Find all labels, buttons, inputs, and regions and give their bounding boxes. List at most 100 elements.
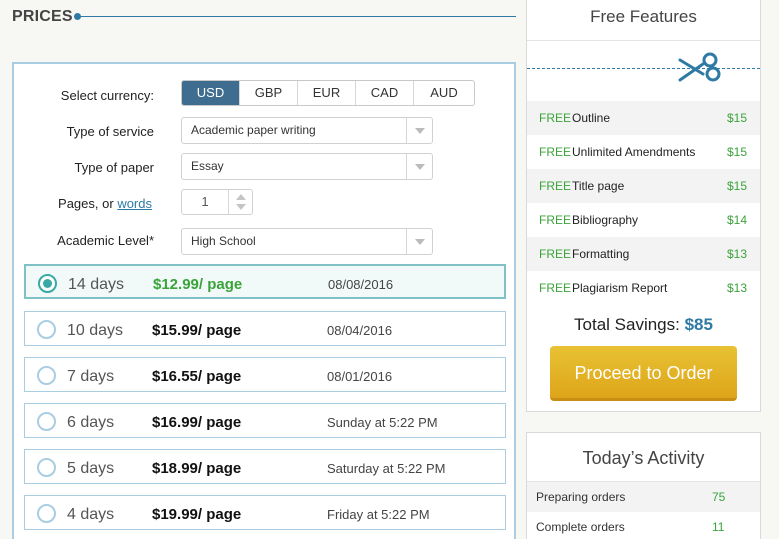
activity-row-preparing: Preparing orders 75 — [527, 482, 760, 512]
paper-select[interactable]: Essay — [181, 153, 433, 180]
words-link[interactable]: words — [117, 196, 152, 211]
feature-row-formatting: FREE Formatting $13 — [527, 237, 760, 271]
feature-price: $14 — [726, 213, 747, 227]
divider — [527, 40, 760, 41]
coupon-cut-line — [527, 68, 760, 69]
feature-name: Outline — [572, 111, 611, 125]
feature-free-tag: FREE — [539, 247, 572, 261]
deadline-date: 08/04/2016 — [327, 323, 393, 338]
paper-select-value: Essay — [191, 159, 224, 173]
feature-price: $13 — [726, 281, 747, 295]
scissors-icon — [678, 52, 721, 82]
service-label: Type of service — [66, 124, 154, 139]
feature-free-tag: FREE — [539, 145, 572, 159]
feature-free-tag: FREE — [539, 179, 572, 193]
increment-icon[interactable] — [236, 194, 246, 200]
prices-heading: PRICES — [12, 8, 73, 25]
level-select[interactable]: High School — [181, 228, 433, 255]
currency-usd[interactable]: USD — [182, 81, 240, 105]
deadline-option-5-days[interactable]: 5 days $18.99/ page Saturday at 5:22 PM — [24, 449, 506, 484]
chevron-down-icon — [406, 229, 432, 254]
radio-icon[interactable] — [37, 504, 56, 523]
feature-price: $15 — [726, 111, 747, 125]
radio-icon[interactable] — [37, 412, 56, 431]
activity-count: 11 — [712, 520, 725, 534]
feature-row-amendments: FREE Unlimited Amendments $15 — [527, 135, 760, 169]
activity-name: Complete orders — [536, 520, 625, 534]
paper-label: Type of paper — [74, 160, 155, 175]
level-select-value: High School — [191, 234, 256, 248]
feature-row-plagiarism-report: FREE Plagiarism Report $13 — [527, 271, 760, 305]
activity-row-complete: Complete orders 11 — [527, 512, 760, 539]
chevron-down-icon — [406, 154, 432, 179]
currency-cad[interactable]: CAD — [356, 81, 414, 105]
feature-row-outline: FREE Outline $15 — [527, 101, 760, 135]
deadline-price: $12.99/ page — [153, 276, 243, 293]
radio-icon[interactable] — [37, 458, 56, 477]
deadline-option-6-days[interactable]: 6 days $16.99/ page Sunday at 5:22 PM — [24, 403, 506, 438]
feature-free-tag: FREE — [539, 281, 572, 295]
feature-row-title-page: FREE Title page $15 — [527, 169, 760, 203]
level-label: Academic Level* — [57, 233, 154, 248]
free-features-title: Free Features — [590, 7, 697, 26]
decrement-icon[interactable] — [236, 204, 246, 210]
heading-rule — [79, 16, 516, 17]
deadline-option-4-days[interactable]: 4 days $19.99/ page Friday at 5:22 PM — [24, 495, 506, 530]
radio-icon[interactable] — [37, 320, 56, 339]
feature-free-tag: FREE — [539, 213, 572, 227]
feature-price: $13 — [726, 247, 747, 261]
pages-value[interactable]: 1 — [182, 190, 228, 214]
feature-price: $15 — [726, 145, 747, 159]
feature-price: $15 — [726, 179, 747, 193]
radio-selected-icon[interactable] — [38, 274, 57, 293]
deadline-price: $16.99/ page — [152, 414, 242, 431]
deadline-date: 08/08/2016 — [328, 277, 394, 292]
currency-selector: USD GBP EUR CAD AUD — [181, 80, 475, 106]
deadline-days: 7 days — [67, 368, 115, 385]
deadline-date: Saturday at 5:22 PM — [327, 461, 446, 476]
feature-name: Plagiarism Report — [572, 281, 668, 295]
total-savings-value: $85 — [684, 315, 713, 334]
pages-spinner[interactable] — [228, 190, 252, 214]
feature-name: Unlimited Amendments — [572, 145, 696, 159]
feature-row-bibliography: FREE Bibliography $14 — [527, 203, 760, 237]
total-savings: Total Savings: $85 — [527, 315, 760, 335]
deadline-days: 5 days — [67, 460, 115, 477]
feature-name: Bibliography — [572, 213, 639, 227]
deadline-option-7-days[interactable]: 7 days $16.55/ page 08/01/2016 — [24, 357, 506, 392]
deadline-price: $16.55/ page — [152, 368, 242, 385]
deadline-days: 4 days — [67, 506, 115, 523]
total-savings-label: Total Savings: — [574, 315, 680, 334]
deadline-days: 14 days — [68, 276, 125, 293]
deadline-price: $18.99/ page — [152, 460, 242, 477]
radio-icon[interactable] — [37, 366, 56, 385]
currency-gbp[interactable]: GBP — [240, 81, 298, 105]
deadline-date: Sunday at 5:22 PM — [327, 415, 438, 430]
service-select-value: Academic paper writing — [191, 123, 316, 137]
deadline-price: $15.99/ page — [152, 322, 242, 339]
deadline-days: 10 days — [67, 322, 124, 339]
currency-aud[interactable]: AUD — [414, 81, 474, 105]
activity-count: 75 — [712, 490, 726, 504]
pages-stepper[interactable]: 1 — [181, 189, 253, 215]
pages-label: Pages, or words — [40, 196, 152, 211]
deadline-days: 6 days — [67, 414, 115, 431]
pages-label-text: Pages, or — [58, 196, 114, 211]
currency-label: Select currency: — [60, 88, 154, 103]
service-select[interactable]: Academic paper writing — [181, 117, 433, 144]
proceed-to-order-button[interactable]: Proceed to Order — [550, 346, 737, 401]
feature-free-tag: FREE — [539, 111, 572, 125]
deadline-date: 08/01/2016 — [327, 369, 393, 384]
chevron-down-icon — [406, 118, 432, 143]
todays-activity-panel: Today’s Activity Preparing orders 75 Com… — [526, 432, 761, 539]
deadline-option-14-days[interactable]: 14 days $12.99/ page 08/08/2016 — [24, 264, 506, 299]
deadline-date: Friday at 5:22 PM — [327, 507, 430, 522]
deadline-option-10-days[interactable]: 10 days $15.99/ page 08/04/2016 — [24, 311, 506, 346]
feature-name: Formatting — [572, 247, 630, 261]
deadline-price: $19.99/ page — [152, 506, 242, 523]
free-features-panel: Free Features FREE Outline $15 FREE Unli… — [526, 0, 761, 412]
activity-title: Today’s Activity — [582, 448, 705, 468]
activity-name: Preparing orders — [536, 490, 626, 504]
feature-name: Title page — [572, 179, 625, 193]
currency-eur[interactable]: EUR — [298, 81, 356, 105]
